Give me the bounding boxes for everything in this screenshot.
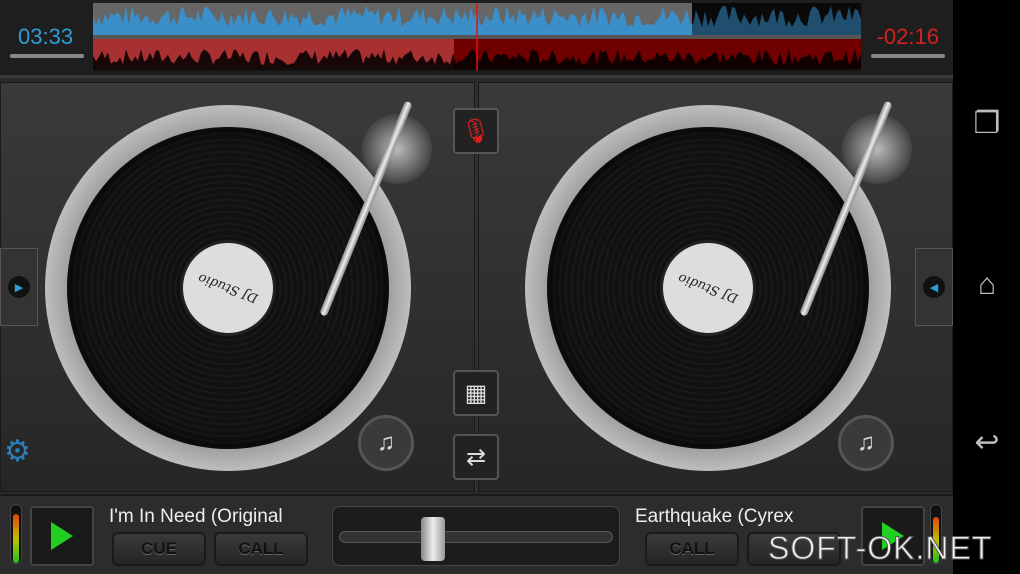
left-call-button[interactable]: CALL (214, 532, 308, 566)
shuffle-button[interactable]: ⇄ (453, 434, 499, 480)
arrow-left-icon: ◀ (923, 276, 945, 298)
arrow-right-icon: ▶ (8, 276, 30, 298)
back-button[interactable]: ↩ (965, 425, 1009, 460)
left-time-bar (10, 54, 84, 58)
right-vinyl[interactable]: DJ Studio (547, 127, 869, 449)
left-level-meter (10, 504, 22, 564)
microphone-icon: 🎙 (460, 117, 492, 145)
music-note-add-icon: ♫ (377, 429, 395, 456)
elapsed-time: 03:33 (18, 24, 74, 49)
back-icon: ↩ (974, 426, 1000, 459)
grid-button[interactable]: ▦ (453, 370, 499, 416)
recent-apps-icon: ❐ (973, 107, 1001, 140)
top-remaining-shade (692, 3, 861, 35)
right-record-label: DJ Studio (646, 226, 770, 350)
waveform-header: 03:33 -02:16 (0, 0, 953, 78)
right-add-music-button[interactable]: ♫ (838, 415, 894, 471)
recent-apps-button[interactable]: ❐ (965, 106, 1009, 141)
left-add-music-button[interactable]: ♫ (358, 415, 414, 471)
right-time-bar (871, 54, 945, 58)
decks-area: DJ Studio DJ Studio 🎙 ▦ ⇄ ♫ ♫ ▶ ◀ ⚙ (0, 82, 953, 492)
right-call-button[interactable]: CALL (645, 532, 739, 566)
right-turntable[interactable]: DJ Studio (525, 105, 891, 471)
home-button[interactable]: ⌂ (965, 268, 1009, 302)
left-turntable[interactable]: DJ Studio (45, 105, 411, 471)
left-panel-toggle[interactable]: ▶ (0, 248, 38, 326)
right-track-title: Earthquake (Cyrex (635, 506, 794, 527)
music-note-add-icon: ♫ (857, 429, 875, 456)
remaining-time: -02:16 (876, 24, 939, 49)
waveform-display[interactable] (93, 3, 861, 71)
shuffle-icon: ⇄ (465, 443, 487, 471)
left-record-label: DJ Studio (166, 226, 290, 350)
settings-gears-icon[interactable]: ⚙ (4, 434, 31, 469)
play-icon (51, 522, 73, 550)
left-play-button[interactable] (30, 506, 94, 566)
watermark: SOFT-OK.NET (767, 530, 993, 567)
left-vinyl[interactable]: DJ Studio (67, 127, 389, 449)
crossfader[interactable] (332, 506, 620, 566)
left-cue-button[interactable]: CUE (112, 532, 206, 566)
crossfader-track (339, 531, 613, 543)
android-nav-bar: ❐ ⌂ ↩ (953, 0, 1020, 574)
left-track-title: I'm In Need (Original (109, 506, 283, 527)
home-icon: ⌂ (977, 268, 997, 301)
crossfader-knob[interactable] (421, 517, 446, 561)
right-panel-toggle[interactable]: ◀ (915, 248, 953, 326)
dj-app: 03:33 -02:16 DJ Studio DJ Studio 🎙 ▦ ⇄ ♫… (0, 0, 953, 574)
microphone-button[interactable]: 🎙 (453, 108, 499, 154)
grid-icon: ▦ (464, 379, 488, 407)
